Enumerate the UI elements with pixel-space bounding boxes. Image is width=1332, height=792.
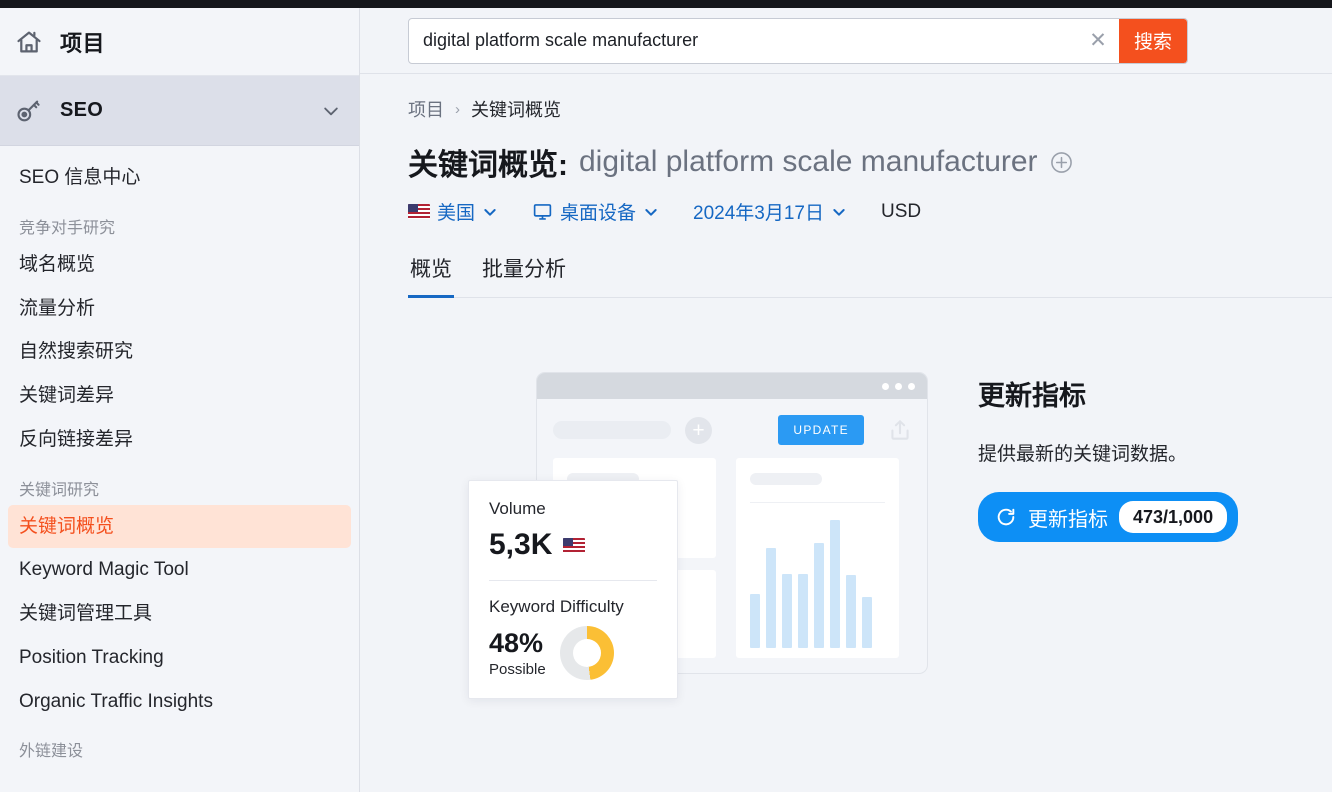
- share-icon: [887, 417, 913, 443]
- filters-row: 美国 桌面设备 2: [408, 198, 1332, 225]
- sidebar-item-keyword-manager[interactable]: 关键词管理工具: [8, 592, 351, 636]
- sidebar-group-title: 外链建设: [8, 723, 351, 766]
- sidebar-item-keyword-overview[interactable]: 关键词概览: [8, 505, 351, 549]
- mockup-bar: [750, 594, 760, 648]
- keyword-difficulty-row: 48% Possible: [489, 626, 657, 680]
- mockup-card-title-bar: [750, 473, 822, 485]
- window-dot-icon: [882, 383, 889, 390]
- search-input[interactable]: [409, 19, 1077, 63]
- mockup-card-divider: [750, 502, 885, 503]
- update-metrics-description: 提供最新的关键词数据。: [978, 439, 1318, 466]
- sidebar-item-organic-traffic-insights[interactable]: Organic Traffic Insights: [8, 680, 351, 724]
- date-selector[interactable]: 2024年3月17日: [693, 198, 847, 225]
- volume-value: 5,3K: [489, 528, 552, 562]
- sidebar-menu: SEO 信息中心 竞争对手研究 域名概览 流量分析 自然搜索研究 关键词差异 反…: [0, 146, 359, 766]
- page-content: 项目 › 关键词概览 关键词概览: digital platform scale…: [360, 74, 1332, 720]
- tab-overview[interactable]: 概览: [408, 253, 454, 298]
- sidebar-item-keyword-gap[interactable]: 关键词差异: [8, 374, 351, 418]
- search-button[interactable]: 搜索: [1119, 19, 1187, 63]
- window-top-bar: [0, 0, 1332, 8]
- volume-label: Volume: [489, 499, 657, 519]
- tab-bar: 概览 批量分析: [408, 253, 1332, 298]
- keyword-difficulty-label: Keyword Difficulty: [489, 597, 657, 617]
- sidebar-item-backlink-gap[interactable]: 反向链接差异: [8, 418, 351, 462]
- mockup-bar: [814, 543, 824, 648]
- card-divider: [489, 580, 657, 581]
- chevron-down-icon: [643, 204, 659, 220]
- empty-state: + UPDATE: [408, 298, 1332, 720]
- chevron-down-icon: [482, 204, 498, 220]
- update-metrics-button-label: 更新指标: [1028, 503, 1108, 532]
- sidebar-item-projects[interactable]: 项目: [0, 8, 359, 76]
- mockup-bar: [782, 574, 792, 648]
- mockup-title-bar: [537, 373, 927, 399]
- mockup-bar-chart: [750, 520, 872, 648]
- illustration: + UPDATE: [468, 360, 938, 720]
- currency-label: USD: [881, 201, 921, 223]
- mockup-placeholder-bar: [553, 421, 671, 439]
- breadcrumb: 项目 › 关键词概览: [408, 96, 1332, 122]
- sidebar-item-organic-research[interactable]: 自然搜索研究: [8, 330, 351, 374]
- keyword-difficulty-percent: 48%: [489, 628, 546, 659]
- keyword-difficulty-values: 48% Possible: [489, 628, 546, 678]
- country-label: 美国: [437, 198, 475, 225]
- sidebar-group-title: 关键词研究: [8, 462, 351, 505]
- update-quota-badge: 473/1,000: [1119, 501, 1227, 533]
- page-title-prefix: 关键词概览:: [408, 140, 568, 184]
- page-title: 关键词概览: digital platform scale manufactur…: [408, 140, 1332, 184]
- country-selector[interactable]: 美国: [408, 198, 498, 225]
- plus-circle-icon[interactable]: [1049, 150, 1074, 175]
- app-page: 项目 SEO SEO 信息中心 竞争对手研究 域名概览 流量分析 自然搜索研究 …: [0, 8, 1332, 792]
- search-box: ✕ 搜索: [408, 18, 1188, 64]
- sidebar-section-seo[interactable]: SEO: [0, 76, 359, 146]
- clear-search-icon[interactable]: ✕: [1077, 19, 1119, 63]
- breadcrumb-current: 关键词概览: [471, 96, 561, 122]
- us-flag-icon: [563, 538, 585, 553]
- chevron-down-icon[interactable]: [321, 101, 341, 121]
- chevron-down-icon: [831, 204, 847, 220]
- device-label: 桌面设备: [560, 198, 636, 225]
- volume-value-row: 5,3K: [489, 528, 657, 562]
- metric-preview-card: Volume 5,3K Keyword Difficulty 48%: [468, 480, 678, 699]
- mockup-toolbar: + UPDATE: [537, 399, 927, 445]
- sidebar-projects-label: 项目: [60, 26, 105, 58]
- keyword-difficulty-donut-chart: [560, 626, 614, 680]
- breadcrumb-separator-icon: ›: [455, 101, 460, 118]
- page-title-keyword: digital platform scale manufacturer: [579, 145, 1038, 179]
- window-dot-icon: [895, 383, 902, 390]
- mockup-update-badge: UPDATE: [778, 415, 864, 445]
- tab-bulk-analysis[interactable]: 批量分析: [480, 253, 568, 298]
- desktop-icon: [532, 201, 553, 222]
- main-content: ✕ 搜索 项目 › 关键词概览 关键词概览: digital platform …: [360, 8, 1332, 792]
- sidebar-group-title: 竞争对手研究: [8, 200, 351, 243]
- mockup-bar: [846, 575, 856, 648]
- sidebar-item-seo-dashboard[interactable]: SEO 信息中心: [8, 156, 351, 200]
- keyword-difficulty-status: Possible: [489, 661, 546, 678]
- update-metrics-button[interactable]: 更新指标 473/1,000: [978, 492, 1238, 542]
- search-bar-row: ✕ 搜索: [360, 8, 1332, 74]
- mockup-bar: [766, 548, 776, 648]
- window-dot-icon: [908, 383, 915, 390]
- sidebar-item-domain-overview[interactable]: 域名概览: [8, 243, 351, 287]
- plus-circle-icon: +: [685, 417, 712, 444]
- us-flag-icon: [408, 204, 430, 219]
- sidebar-item-traffic-analytics[interactable]: 流量分析: [8, 287, 351, 331]
- refresh-icon: [995, 506, 1017, 528]
- sidebar-item-keyword-magic-tool[interactable]: Keyword Magic Tool: [8, 548, 351, 592]
- sidebar: 项目 SEO SEO 信息中心 竞争对手研究 域名概览 流量分析 自然搜索研究 …: [0, 8, 360, 792]
- mockup-bar: [798, 574, 808, 648]
- breadcrumb-root[interactable]: 项目: [408, 96, 444, 122]
- mockup-chart-card: [736, 458, 899, 658]
- update-metrics-title: 更新指标: [978, 374, 1318, 413]
- mockup-bar: [862, 597, 872, 648]
- key-icon: [12, 94, 46, 128]
- device-selector[interactable]: 桌面设备: [532, 198, 659, 225]
- home-icon: [12, 25, 46, 59]
- mockup-bar: [830, 520, 840, 648]
- sidebar-item-position-tracking[interactable]: Position Tracking: [8, 636, 351, 680]
- update-metrics-panel: 更新指标 提供最新的关键词数据。 更新指标 473/1,000: [978, 360, 1318, 542]
- sidebar-seo-label: SEO: [60, 99, 321, 122]
- date-label: 2024年3月17日: [693, 198, 824, 225]
